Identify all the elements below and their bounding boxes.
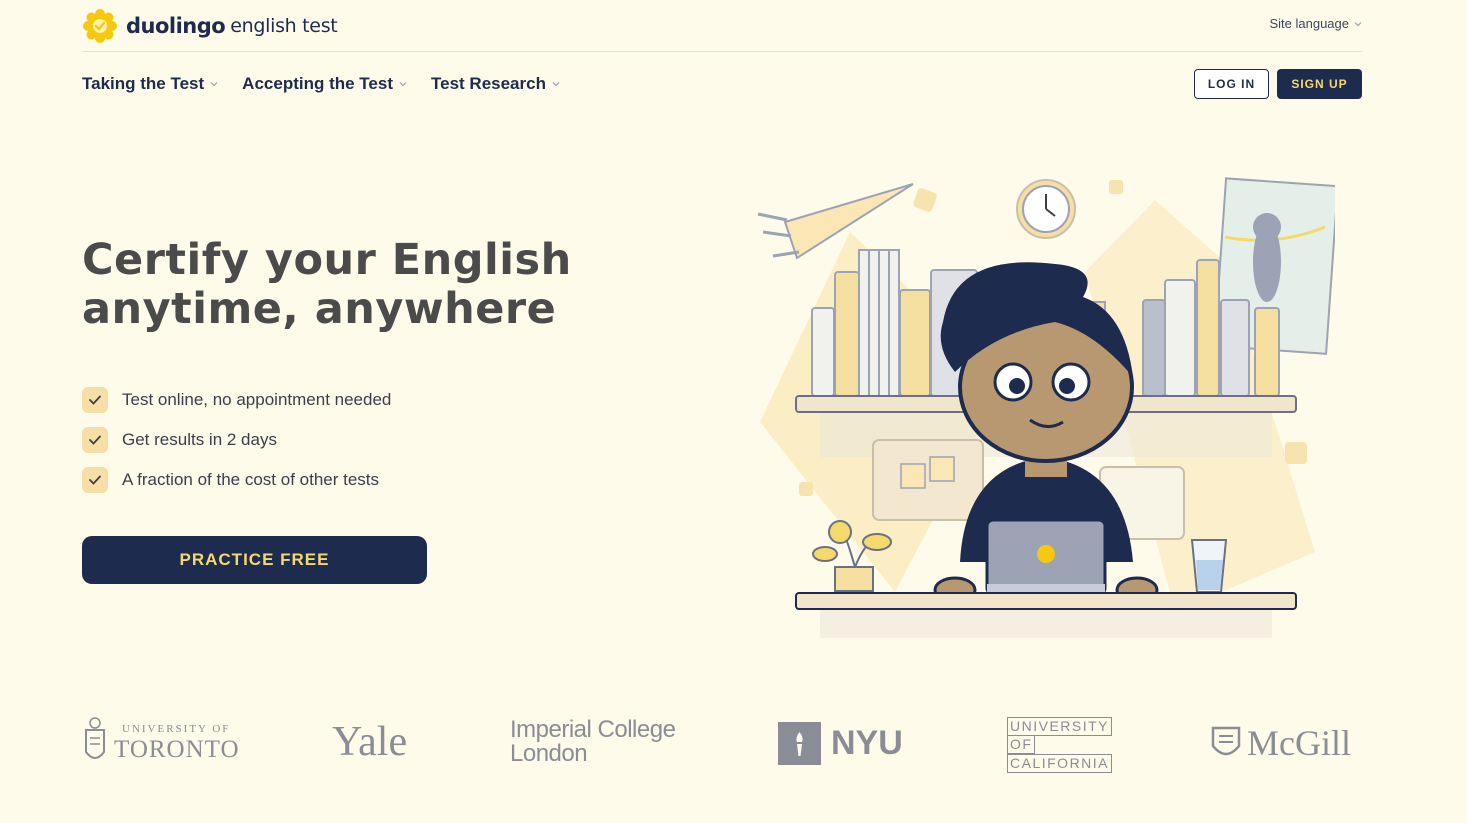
pennant-icon [757, 183, 914, 260]
nav-label: Accepting the Test [242, 74, 393, 93]
uc-line3: CALIFORNIA [1007, 754, 1113, 773]
feature-text: A fraction of the cost of other tests [122, 470, 380, 489]
chevron-down-icon [552, 82, 560, 87]
university-of-california-logo: UNIVERSITY OF CALIFORNIA [1007, 717, 1113, 773]
check-icon [82, 467, 108, 493]
brand-name: duolingo [126, 14, 226, 38]
mcgill-text: McGill [1247, 723, 1351, 763]
toronto-line1: UNIVERSITY OF [122, 723, 231, 735]
chevron-down-icon [399, 82, 407, 87]
nyu-text: NYU [831, 724, 903, 762]
nav-label: Taking the Test [82, 74, 205, 93]
site-language-dropdown[interactable]: Site language [1269, 16, 1362, 31]
partner-logos: UNIVERSITY OF TORONTO Yale Imperial Coll… [82, 712, 1362, 774]
water-glass-icon [1190, 539, 1228, 593]
chevron-down-icon [1354, 21, 1362, 26]
top-bar: duolingo english test Site language [82, 0, 1362, 52]
hero-title-line2: anytime, anywhere [82, 284, 557, 334]
main-nav: Taking the Test Accepting the Test Test … [82, 72, 560, 96]
login-button[interactable]: LOG IN [1194, 69, 1269, 99]
check-icon [82, 387, 108, 413]
nav-accepting-the-test[interactable]: Accepting the Test [242, 72, 407, 96]
feature-list: Test online, no appointment needed Get r… [82, 380, 391, 500]
hero-illustration [757, 177, 1335, 638]
feature-text: Test online, no appointment needed [122, 390, 392, 409]
duolingo-sun-icon [83, 9, 117, 43]
chevron-down-icon [210, 82, 218, 87]
brand-logo[interactable]: duolingo english test [82, 8, 338, 44]
torch-icon [778, 722, 821, 765]
uc-line1: UNIVERSITY [1007, 717, 1113, 736]
hero-title-line1: Certify your English [82, 235, 572, 285]
list-item: Get results in 2 days [82, 420, 391, 460]
shield-icon [1211, 726, 1241, 756]
toronto-line2: TORONTO [114, 736, 240, 763]
laptop-icon [985, 518, 1107, 596]
nav-label: Test Research [431, 74, 546, 93]
imperial-line1: Imperial College [510, 716, 676, 743]
crest-icon [85, 717, 105, 759]
uc-line2: OF [1007, 736, 1035, 754]
nav-test-research[interactable]: Test Research [431, 72, 560, 96]
nyu-logo: NYU [778, 722, 903, 765]
list-item: A fraction of the cost of other tests [82, 460, 391, 500]
site-language-label: Site language [1269, 16, 1349, 31]
nav-taking-the-test[interactable]: Taking the Test [82, 72, 218, 96]
brand-product: english test [230, 15, 338, 37]
university-of-toronto-logo: UNIVERSITY OF TORONTO [82, 716, 240, 770]
desk [795, 592, 1297, 610]
feature-text: Get results in 2 days [122, 430, 277, 449]
yale-logo: Yale [332, 719, 408, 765]
imperial-line2: London [510, 740, 588, 767]
mcgill-logo: McGill [1211, 722, 1351, 764]
imperial-college-logo: Imperial College London [510, 716, 676, 767]
clock-icon [1016, 179, 1076, 239]
signup-button[interactable]: SIGN UP [1277, 69, 1362, 99]
practice-free-button[interactable]: PRACTICE FREE [82, 536, 427, 584]
check-icon [82, 427, 108, 453]
hero-title: Certify your English anytime, anywhere [82, 236, 602, 334]
list-item: Test online, no appointment needed [82, 380, 391, 420]
